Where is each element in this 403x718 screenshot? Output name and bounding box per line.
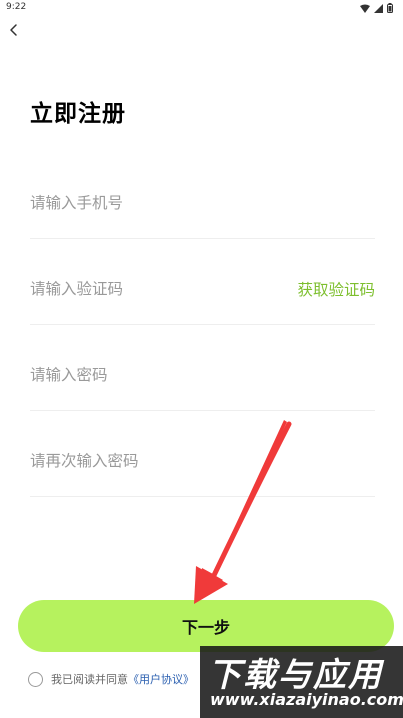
status-time: 9:22 (6, 2, 27, 12)
password-field (30, 325, 375, 411)
watermark-url: www.xiazaiyinao.com (210, 690, 403, 709)
code-field: 获取验证码 (30, 239, 375, 325)
wifi-icon (360, 4, 370, 13)
status-bar: 9:22 (0, 0, 403, 16)
verification-code-input[interactable] (30, 276, 280, 302)
agreement-checkbox[interactable] (28, 671, 43, 687)
get-code-button[interactable]: 获取验证码 (297, 278, 375, 300)
watermark-title: 下载与应用 (208, 655, 383, 694)
back-button[interactable] (4, 20, 24, 40)
watermark: 下载与应用 www.xiazaiyinao.com (200, 646, 403, 718)
agreement-row: 我已阅读并同意 《用户协议》 (28, 670, 194, 688)
status-icons (360, 3, 393, 13)
password-input[interactable] (30, 362, 280, 388)
phone-input[interactable] (30, 190, 280, 216)
battery-icon (387, 3, 393, 13)
phone-field (30, 153, 375, 239)
confirm-password-input[interactable] (30, 448, 280, 474)
agreement-text: 我已阅读并同意 (51, 673, 128, 686)
chevron-left-icon (10, 24, 17, 36)
signal-icon (374, 3, 383, 13)
page-title: 立即注册 (30, 101, 126, 127)
user-agreement-link[interactable]: 《用户协议》 (128, 671, 194, 687)
confirm-password-field (30, 411, 375, 497)
next-button[interactable]: 下一步 (18, 600, 394, 652)
